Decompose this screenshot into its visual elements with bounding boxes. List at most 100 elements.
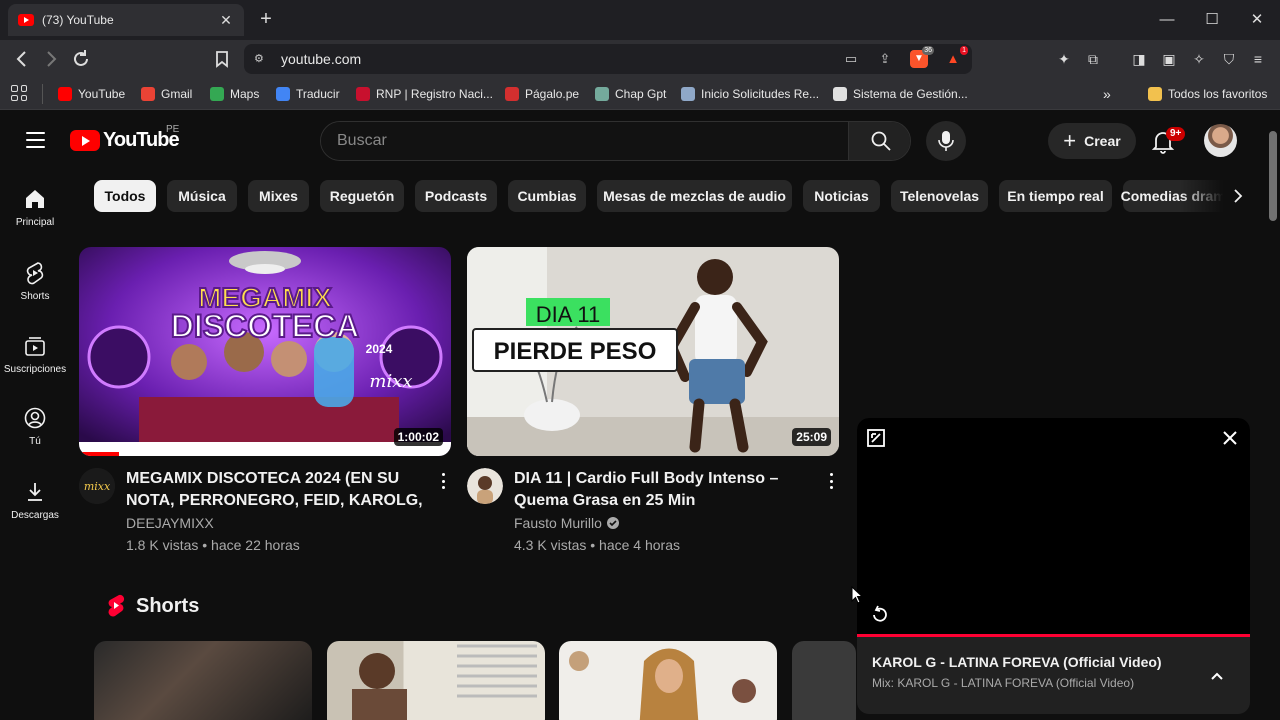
- reload-icon[interactable]: [70, 48, 92, 70]
- maximize-icon[interactable]: ☐: [1189, 8, 1235, 32]
- more-actions-icon[interactable]: [435, 471, 451, 491]
- miniplayer[interactable]: KAROL G - LATINA FOREVA (Official Video)…: [857, 418, 1250, 714]
- notifications-button[interactable]: 9+: [1150, 125, 1186, 155]
- video-thumbnail[interactable]: MEGAMIX DISCOTECA 2024 mixx 1:00:02: [79, 247, 451, 456]
- filter-chip[interactable]: Música: [167, 180, 237, 212]
- translate-icon: [276, 87, 290, 101]
- video-title[interactable]: DIA 11 | Cardio Full Body Intenso – Quem…: [514, 468, 814, 512]
- cast-icon[interactable]: ▭: [842, 50, 860, 68]
- tab-close-icon[interactable]: ✕: [218, 12, 234, 29]
- vpn-icon[interactable]: ⛉: [1220, 50, 1238, 68]
- expand-icon[interactable]: [864, 426, 888, 450]
- sidebar-item-suscripciones[interactable]: Suscripciones: [0, 334, 70, 375]
- share-icon[interactable]: ⇪: [876, 50, 894, 68]
- close-miniplayer-icon[interactable]: [1218, 426, 1242, 450]
- more-actions-icon[interactable]: [823, 471, 839, 491]
- browser-tab-bar: (73) YouTube ✕ + — ☐ ✕: [0, 0, 1280, 40]
- leo-ai-icon[interactable]: ✧: [1190, 50, 1208, 68]
- new-tab-icon[interactable]: +: [256, 8, 276, 32]
- short-thumbnail[interactable]: [559, 641, 777, 720]
- youtube-logo[interactable]: YouTube PE: [70, 124, 180, 152]
- short-thumbnail[interactable]: [94, 641, 312, 720]
- search-input[interactable]: [321, 122, 848, 160]
- miniplayer-progress-bar[interactable]: [857, 634, 1250, 637]
- filter-chips-bar: Todos Música Mixes Reguetón Podcasts Cumbias M…: [94, 180, 1252, 212]
- guide-menu-icon[interactable]: [26, 132, 45, 148]
- page-scrollbar[interactable]: [1266, 111, 1280, 720]
- account-avatar[interactable]: [1204, 124, 1237, 157]
- channel-name-text[interactable]: DEEJAYMIXX: [126, 515, 214, 531]
- bookmarks-overflow-icon[interactable]: »: [1103, 85, 1111, 103]
- bookmark-item[interactable]: RNP | Registro Naci...: [356, 85, 493, 103]
- bookmark-item[interactable]: Págalo.pe: [505, 85, 579, 103]
- channel-name-text[interactable]: Fausto Murillo: [514, 515, 602, 531]
- chevron-up-icon[interactable]: [1205, 664, 1229, 688]
- miniplayer-title[interactable]: KAROL G - LATINA FOREVA (Official Video): [872, 654, 1162, 670]
- brave-rewards-icon[interactable]: ▲ 1: [944, 46, 968, 68]
- filter-chip[interactable]: Mesas de mezclas de audio: [597, 180, 792, 212]
- filter-chip[interactable]: En tiempo real: [999, 180, 1112, 212]
- apps-icon[interactable]: [11, 85, 27, 101]
- channel-avatar[interactable]: [467, 468, 503, 504]
- bookmark-item[interactable]: Sistema de Gestión...: [833, 85, 968, 103]
- video-title[interactable]: MEGAMIX DISCOTECA 2024 (EN SU NOTA, PERR…: [126, 468, 426, 512]
- sidebar-item-tu[interactable]: Tú: [0, 406, 70, 447]
- forward-icon[interactable]: [40, 48, 62, 70]
- reading-mode-icon[interactable]: ⧉: [1084, 50, 1102, 68]
- channel-avatar[interactable]: mixx: [79, 468, 115, 504]
- video-thumbnail[interactable]: DIA 11 PIERDE PESO 25:09: [467, 247, 839, 456]
- chatgpt-icon: [595, 87, 609, 101]
- short-thumbnail[interactable]: [327, 641, 545, 720]
- plus-icon: +: [1063, 128, 1077, 153]
- filter-chip[interactable]: Todos: [94, 180, 156, 212]
- minimize-icon[interactable]: —: [1144, 8, 1190, 32]
- subscriptions-icon: [25, 337, 45, 356]
- bookmark-label: Sistema de Gestión...: [853, 87, 968, 101]
- sidebar-toggle-icon[interactable]: ◨: [1130, 50, 1148, 68]
- verified-icon: [606, 517, 619, 529]
- voice-search-button[interactable]: [926, 121, 966, 161]
- browser-toolbar: ⚙ youtube.com ▭ ⇪ ▼ 36 ▲ 1 ✦ ⧉ ◨ ▣ ✧ ⛉ ≡: [0, 40, 1280, 78]
- site-settings-icon[interactable]: ⚙: [254, 52, 268, 66]
- chips-next-button[interactable]: [1222, 180, 1254, 212]
- bookmark-item[interactable]: Maps: [210, 85, 259, 103]
- all-bookmarks-folder[interactable]: Todos los favoritos: [1148, 85, 1267, 103]
- filter-chip[interactable]: Noticias: [803, 180, 880, 212]
- bookmark-item[interactable]: Gmail: [141, 85, 192, 103]
- menu-icon[interactable]: ≡: [1249, 50, 1267, 68]
- miniplayer-video[interactable]: [857, 418, 1250, 636]
- sidebar-item-descargas[interactable]: Descargas: [0, 480, 70, 521]
- filter-chip[interactable]: Telenovelas: [891, 180, 988, 212]
- search-button[interactable]: [848, 122, 910, 160]
- filter-chip[interactable]: Podcasts: [415, 180, 497, 212]
- replay-icon[interactable]: [868, 602, 892, 626]
- shorts-icon: [26, 262, 44, 285]
- window-close-icon[interactable]: ✕: [1234, 8, 1280, 32]
- sidebar-item-principal[interactable]: Principal: [0, 187, 70, 228]
- chevron-right-icon: [1234, 189, 1243, 203]
- channel-name[interactable]: Fausto Murillo: [514, 515, 620, 531]
- filter-chip[interactable]: Mixes: [248, 180, 309, 212]
- back-icon[interactable]: [11, 48, 33, 70]
- filter-chip[interactable]: Cumbias: [508, 180, 586, 212]
- you-icon: [24, 407, 46, 429]
- sidebar-item-shorts[interactable]: Shorts: [0, 261, 70, 302]
- rewards-count-badge: 1: [960, 46, 968, 55]
- address-bar[interactable]: ⚙ youtube.com ▭ ⇪ ▼ 36 ▲ 1: [244, 44, 972, 74]
- bookmark-item[interactable]: Inicio Solicitudes Re...: [681, 85, 819, 103]
- short-thumbnail[interactable]: [792, 641, 856, 720]
- search-icon: [871, 131, 891, 151]
- bookmark-item[interactable]: YouTube: [58, 85, 125, 103]
- browser-tab[interactable]: (73) YouTube ✕: [8, 4, 244, 36]
- bookmark-item[interactable]: Chap Gpt: [595, 85, 666, 103]
- url-text[interactable]: youtube.com: [281, 51, 361, 67]
- wallet-icon[interactable]: ▣: [1160, 50, 1178, 68]
- filter-chip[interactable]: Reguetón: [320, 180, 404, 212]
- create-button[interactable]: + Crear: [1048, 123, 1136, 159]
- extensions-icon[interactable]: ✦: [1055, 50, 1073, 68]
- scrollbar-thumb[interactable]: [1269, 131, 1277, 221]
- bookmark-item[interactable]: Traducir: [276, 85, 340, 103]
- channel-name[interactable]: DEEJAYMIXX: [126, 515, 214, 531]
- brave-shield-icon[interactable]: ▼ 36: [910, 46, 934, 68]
- bookmark-page-icon[interactable]: [211, 48, 233, 70]
